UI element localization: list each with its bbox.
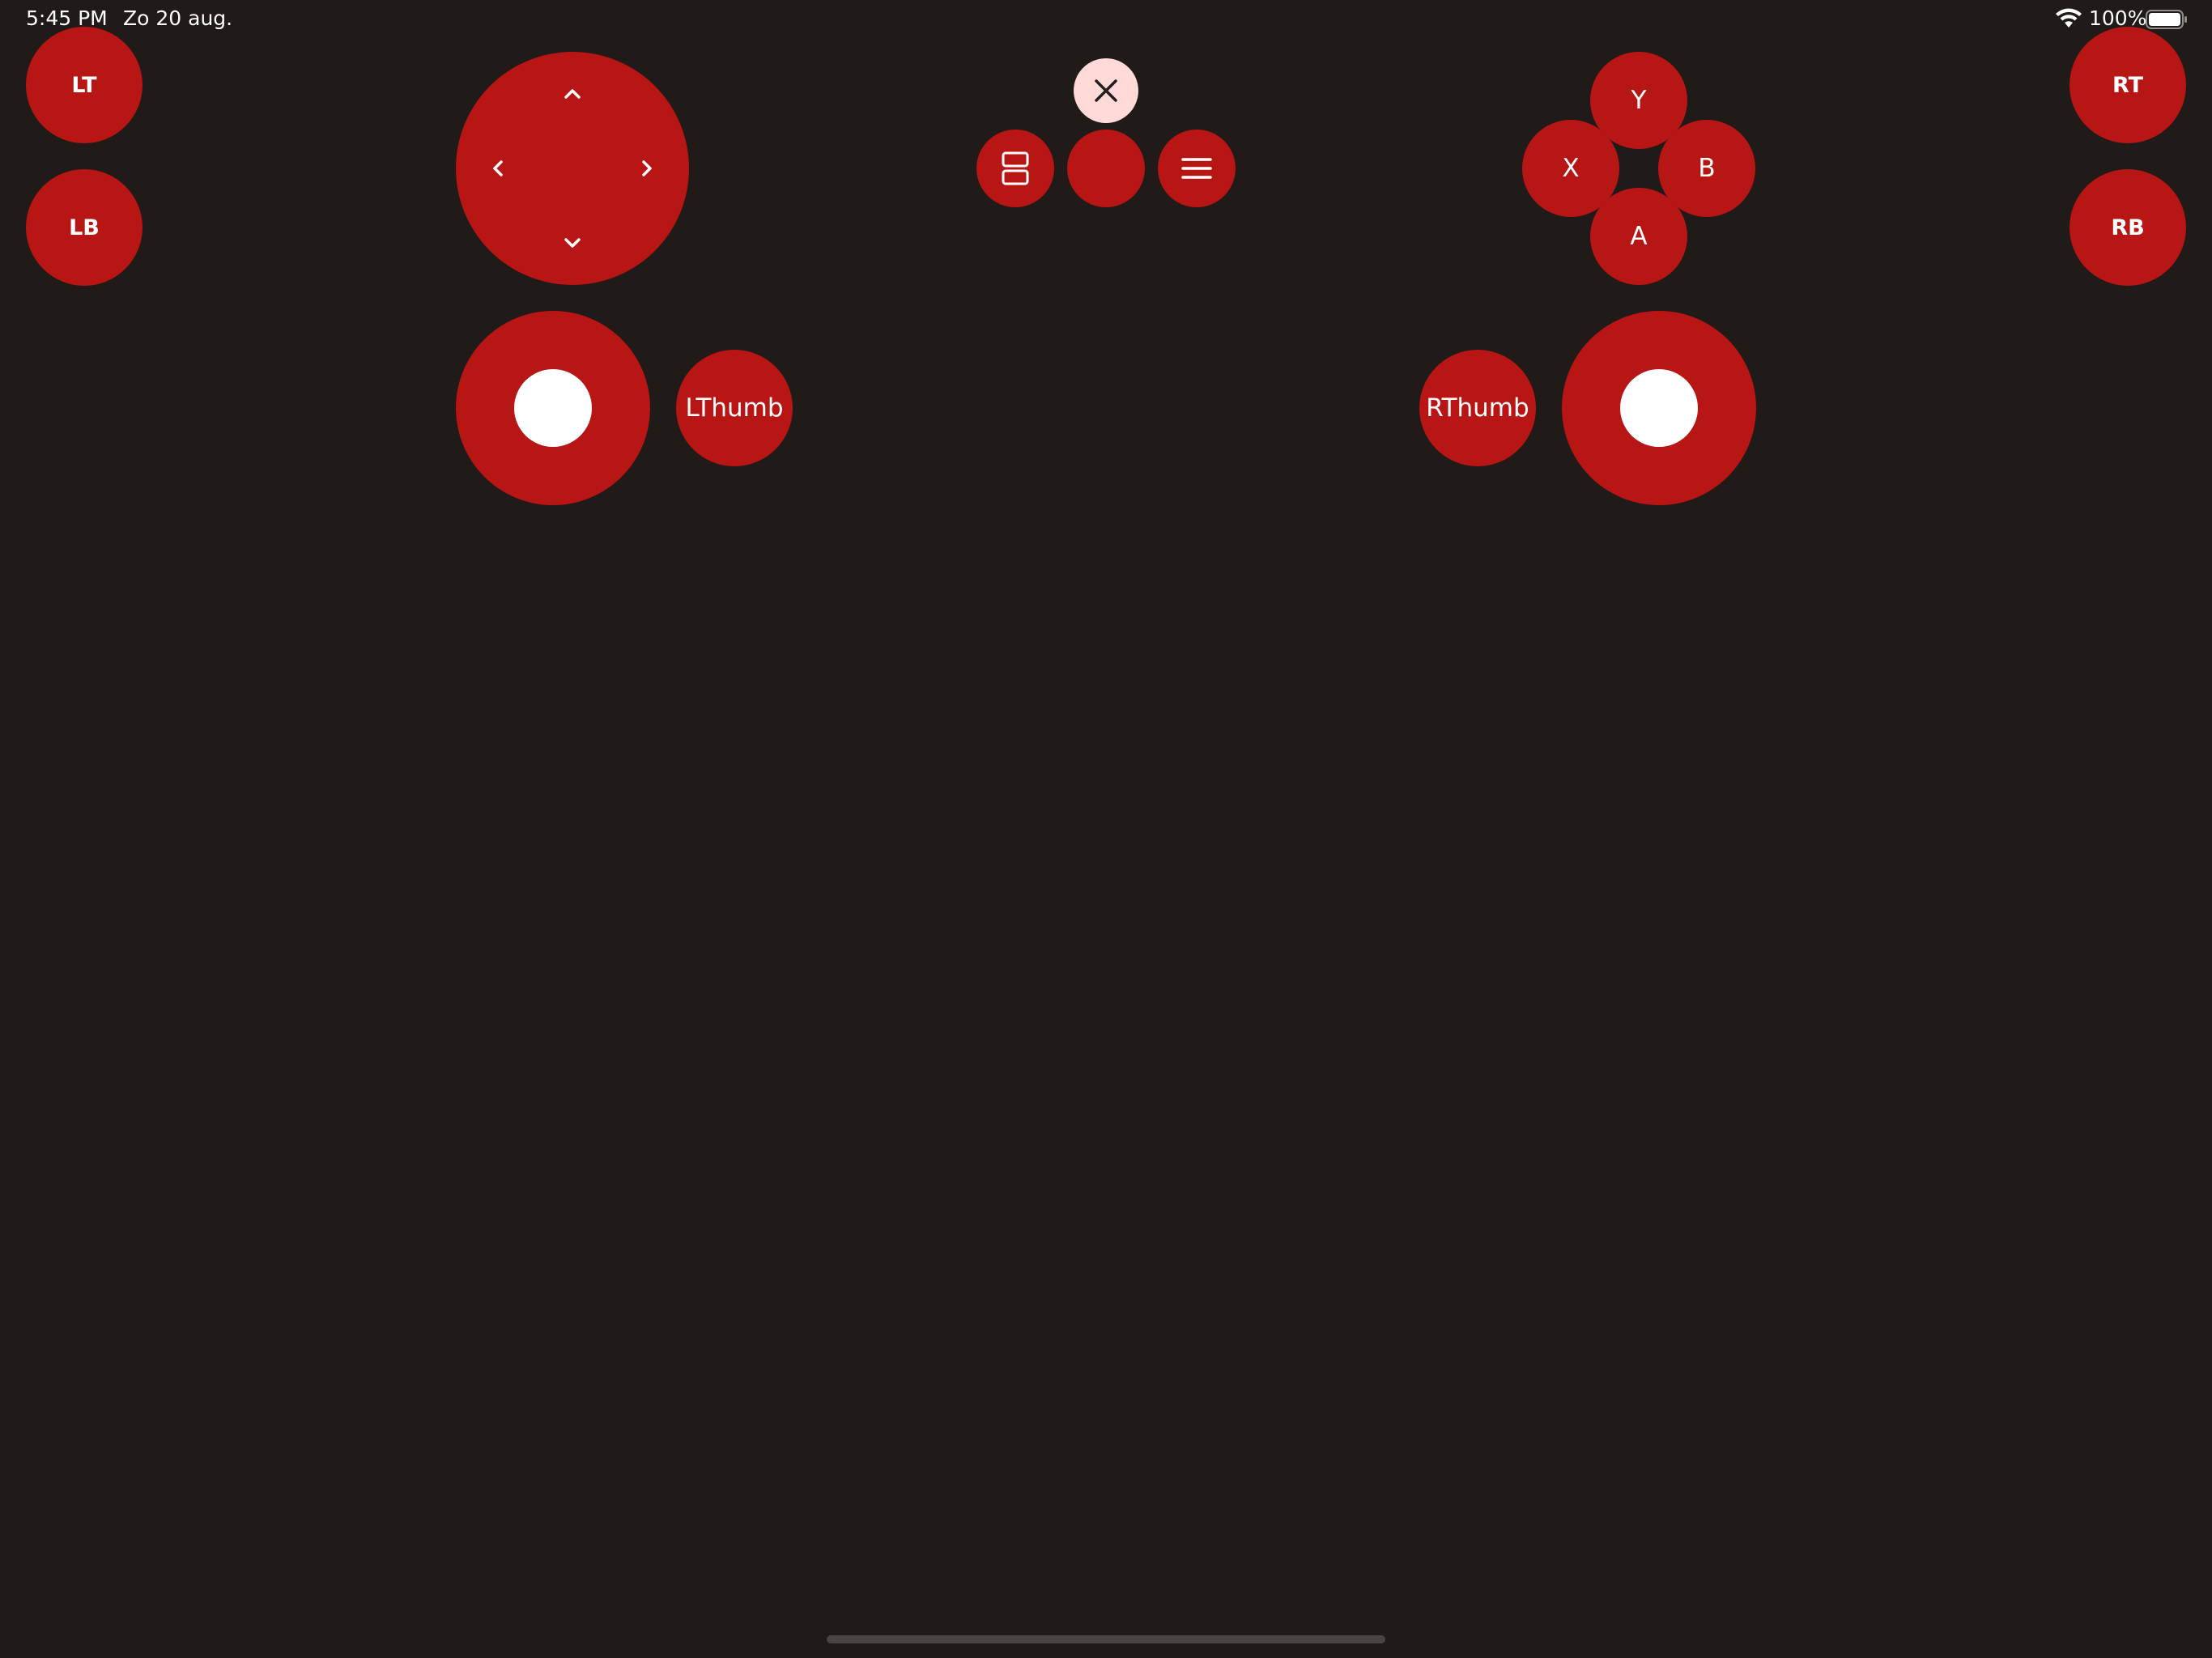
lb-label: LB bbox=[69, 215, 100, 240]
close-button[interactable] bbox=[1074, 58, 1138, 123]
lt-label: LT bbox=[71, 72, 97, 98]
status-bar: 5:45 PM Zo 20 aug. 100% bbox=[0, 0, 2212, 37]
dpad bbox=[456, 52, 689, 285]
view-icon bbox=[1002, 151, 1029, 185]
lthumb-label: LThumb bbox=[685, 393, 784, 423]
rthumb-button[interactable]: RThumb bbox=[1419, 350, 1536, 466]
battery-icon bbox=[2146, 10, 2187, 29]
view-button[interactable] bbox=[976, 130, 1054, 207]
close-icon bbox=[1095, 79, 1117, 102]
a-label: A bbox=[1630, 222, 1648, 251]
chevron-right-icon bbox=[642, 160, 652, 176]
battery-percent: 100% bbox=[2089, 6, 2147, 30]
dpad-left-button[interactable] bbox=[480, 151, 516, 186]
status-time: 5:45 PM bbox=[26, 6, 108, 30]
rb-label: RB bbox=[2111, 215, 2145, 240]
rthumb-label: RThumb bbox=[1426, 393, 1529, 423]
left-stick-knob[interactable] bbox=[514, 369, 592, 447]
gamepad-screen: 5:45 PM Zo 20 aug. 100% LT LB RT RB Y X … bbox=[0, 0, 2212, 1658]
rt-button[interactable]: RT bbox=[2069, 27, 2186, 143]
dpad-down-button[interactable] bbox=[555, 225, 590, 261]
chevron-down-icon bbox=[564, 238, 581, 248]
menu-icon bbox=[1181, 158, 1212, 179]
chevron-left-icon bbox=[493, 160, 503, 176]
menu-button[interactable] bbox=[1158, 130, 1236, 207]
y-label: Y bbox=[1631, 86, 1647, 115]
right-stick-knob[interactable] bbox=[1620, 369, 1698, 447]
b-label: B bbox=[1698, 154, 1716, 183]
rt-label: RT bbox=[2112, 72, 2143, 98]
lb-button[interactable]: LB bbox=[26, 169, 143, 286]
a-button[interactable]: A bbox=[1590, 188, 1687, 285]
home-indicator[interactable] bbox=[827, 1635, 1385, 1643]
dpad-up-button[interactable] bbox=[555, 76, 590, 112]
x-label: X bbox=[1562, 154, 1580, 183]
rb-button[interactable]: RB bbox=[2069, 169, 2186, 286]
chevron-up-icon bbox=[564, 89, 581, 99]
dpad-right-button[interactable] bbox=[629, 151, 665, 186]
guide-button[interactable] bbox=[1067, 130, 1145, 207]
wifi-icon bbox=[2056, 8, 2082, 28]
status-date: Zo 20 aug. bbox=[123, 6, 233, 30]
right-stick[interactable] bbox=[1562, 311, 1756, 505]
left-stick[interactable] bbox=[456, 311, 650, 505]
lthumb-button[interactable]: LThumb bbox=[676, 350, 793, 466]
lt-button[interactable]: LT bbox=[26, 27, 143, 143]
